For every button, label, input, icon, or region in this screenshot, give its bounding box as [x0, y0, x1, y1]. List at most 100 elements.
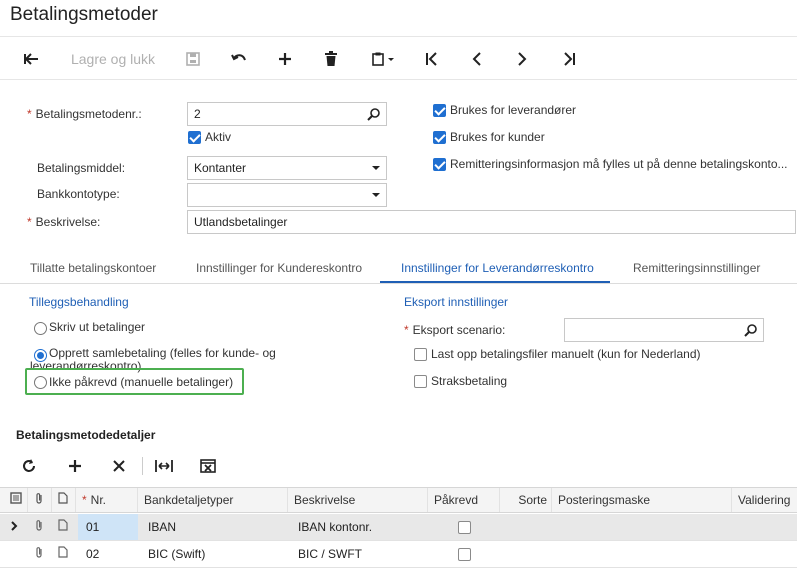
delete-button[interactable] — [319, 45, 343, 73]
description-input[interactable]: Utlandsbetalinger — [187, 210, 796, 234]
instant-payment-checkbox[interactable] — [414, 375, 427, 388]
row-description[interactable]: BIC / SWFT — [290, 541, 428, 567]
tab-allowed-accounts[interactable]: Tillatte betalingskontoer — [30, 261, 156, 275]
instant-payment-label: Straksbetaling — [431, 374, 508, 388]
clipboard-icon — [372, 52, 394, 66]
add-button[interactable] — [273, 45, 297, 73]
last-page-icon — [564, 52, 575, 66]
search-icon[interactable] — [744, 323, 758, 337]
export-scenario-label: * Eksport scenario: — [404, 323, 506, 337]
payment-means-label: Betalingsmiddel: — [37, 161, 126, 175]
tab-customer-settings[interactable]: Innstillinger for Kundereskontro — [196, 261, 362, 275]
row-bank-detail-type[interactable]: BIC (Swift) — [140, 541, 288, 567]
add-row-button[interactable] — [68, 456, 82, 476]
details-title: Betalingsmetodedetaljer — [16, 428, 156, 442]
not-required-label: Ikke påkrevd (manuelle betalinger) — [49, 375, 234, 389]
use-suppliers-checkbox[interactable] — [433, 104, 446, 117]
payment-means-select[interactable]: Kontanter — [187, 156, 387, 180]
main-toolbar: Lagre og lukk — [0, 36, 797, 80]
search-icon[interactable] — [367, 107, 381, 121]
paperclip-icon[interactable] — [28, 514, 52, 540]
row-description[interactable]: IBAN kontonr. — [290, 514, 428, 540]
row-bank-detail-type[interactable]: IBAN — [140, 514, 288, 540]
arrow-left-icon — [24, 53, 38, 65]
active-checkbox[interactable] — [188, 131, 201, 144]
column-header-bank-detail-type[interactable]: Bankdetaljetyper — [138, 488, 288, 512]
undo-icon — [231, 54, 246, 61]
row-selector-icon — [0, 514, 24, 540]
save-button[interactable] — [181, 45, 205, 73]
previous-record-button[interactable] — [465, 45, 489, 73]
print-payments-radio[interactable] — [34, 322, 47, 335]
delete-row-button[interactable] — [112, 456, 126, 476]
bank-account-type-select[interactable] — [187, 183, 387, 207]
last-record-button[interactable] — [557, 45, 581, 73]
save-icon — [186, 52, 200, 66]
save-and-close-button[interactable]: Lagre og lukk — [66, 45, 160, 73]
table-row[interactable]: 01 IBAN IBAN kontonr. — [0, 514, 797, 541]
chevron-down-icon — [372, 166, 380, 170]
print-payments-label: Skriv ut betalinger — [49, 320, 146, 334]
remittance-checkbox[interactable] — [433, 158, 446, 171]
column-header-posting-mask[interactable]: Posteringsmaske — [552, 488, 732, 512]
page-title: Betalingsmetoder — [10, 4, 158, 25]
fit-width-icon — [155, 460, 173, 472]
file-column-header[interactable] — [52, 488, 76, 512]
back-button[interactable] — [18, 45, 46, 73]
bank-account-type-label: Bankkontotype: — [37, 187, 120, 201]
close-icon — [113, 460, 125, 472]
row-required-checkbox[interactable] — [458, 521, 471, 534]
fit-columns-button[interactable] — [155, 456, 173, 476]
first-record-button[interactable] — [420, 45, 444, 73]
undo-button[interactable] — [227, 45, 251, 73]
column-header-required[interactable]: Påkrevd — [428, 488, 500, 512]
header-form: * Betalingsmetodenr.: 2 Aktiv Betalingsmi… — [0, 81, 797, 248]
row-nr[interactable]: 02 — [78, 541, 138, 567]
column-header-sort[interactable]: Sorte — [500, 488, 552, 512]
file-icon[interactable] — [52, 514, 76, 540]
method-nr-input[interactable]: 2 — [187, 102, 387, 126]
toolbar-divider — [142, 457, 143, 475]
column-header-validation[interactable]: Validering — [732, 488, 797, 512]
refresh-icon — [23, 459, 35, 472]
row-required-checkbox[interactable] — [458, 548, 471, 561]
first-page-icon — [426, 52, 437, 66]
tab-supplier-settings[interactable]: Innstillinger for Leverandørreskontro — [401, 261, 594, 275]
export-settings-title: Eksport innstillinger — [404, 295, 509, 309]
description-label: * Beskrivelse: — [27, 215, 101, 229]
trash-icon — [325, 51, 337, 66]
column-header-nr[interactable]: * Nr. — [76, 488, 138, 512]
plus-icon — [279, 53, 291, 65]
clipboard-menu-button[interactable] — [366, 45, 402, 73]
export-excel-button[interactable] — [200, 456, 216, 476]
use-suppliers-label: Brukes for leverandører — [450, 103, 577, 117]
export-scenario-input[interactable] — [564, 318, 764, 342]
upload-manual-checkbox[interactable] — [414, 348, 427, 361]
table-row[interactable]: 02 BIC (Swift) BIC / SWFT — [0, 541, 797, 568]
row-nr[interactable]: 01 — [78, 514, 138, 540]
upload-manual-label: Last opp betalingsfiler manuelt (kun for… — [431, 347, 701, 361]
active-tab-indicator — [380, 281, 610, 283]
details-toolbar — [0, 448, 797, 484]
chevron-down-icon — [372, 193, 380, 197]
paperclip-icon[interactable] — [28, 541, 52, 567]
refresh-button[interactable] — [22, 456, 36, 476]
use-customers-checkbox[interactable] — [433, 131, 446, 144]
use-customers-label: Brukes for kunder — [450, 130, 545, 144]
notes-icon — [10, 492, 22, 504]
method-nr-label: * Betalingsmetodenr.: — [27, 107, 142, 121]
next-record-button[interactable] — [510, 45, 534, 73]
chevron-left-icon — [472, 52, 481, 66]
additional-processing-title: Tilleggsbehandling — [29, 295, 129, 309]
file-icon — [58, 492, 68, 504]
chevron-right-icon — [518, 52, 527, 66]
notes-column-header[interactable] — [0, 488, 28, 512]
grid-header: * Nr. Bankdetaljetyper Beskrivelse Påkrev… — [0, 487, 797, 513]
column-header-description[interactable]: Beskrivelse — [288, 488, 428, 512]
remittance-label: Remitteringsinformasjon må fylles ut på … — [450, 157, 788, 171]
attachment-column-header[interactable] — [28, 488, 52, 512]
file-icon[interactable] — [52, 541, 76, 567]
active-label: Aktiv — [205, 130, 232, 144]
not-required-radio[interactable] — [34, 376, 47, 389]
tab-remittance-settings[interactable]: Remitteringsinnstillinger — [633, 261, 760, 275]
